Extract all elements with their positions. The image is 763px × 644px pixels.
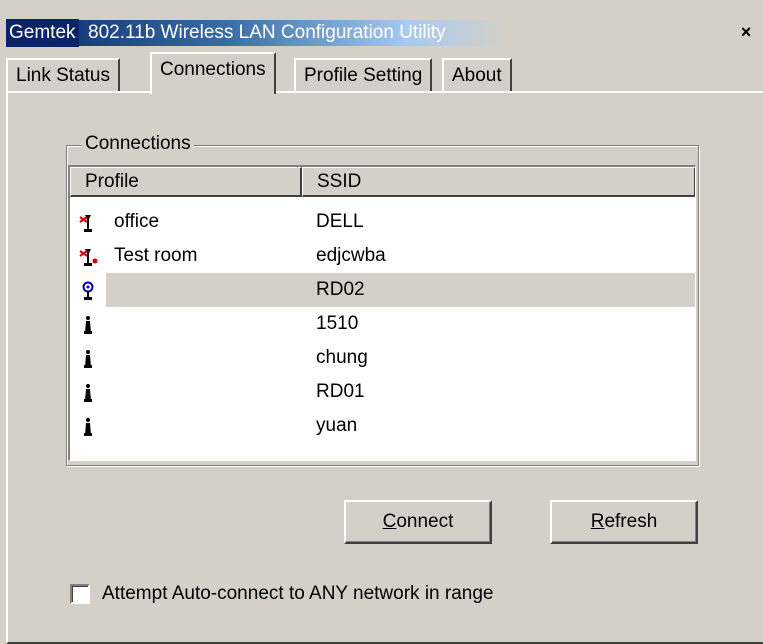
black-station-icon bbox=[84, 350, 92, 368]
row-ssid: chung bbox=[316, 347, 368, 368]
tab-connections[interactable]: Connections bbox=[150, 52, 276, 94]
row-ssid: edjcwba bbox=[316, 245, 386, 266]
list-item[interactable]: chung bbox=[70, 341, 695, 375]
red-station-connected-icon bbox=[79, 249, 98, 266]
column-header-ssid[interactable]: SSID bbox=[302, 167, 695, 197]
row-ssid: 1510 bbox=[316, 313, 359, 334]
connect-label: onnect bbox=[396, 511, 454, 532]
black-station-icon bbox=[84, 384, 92, 402]
blue-antenna-icon bbox=[82, 281, 94, 300]
list-item[interactable]: office DELL bbox=[70, 205, 695, 239]
list-item-selected[interactable]: RD02 bbox=[70, 273, 695, 307]
row-ssid: RD01 bbox=[316, 381, 365, 402]
window-title: 802.11b Wireless LAN Configuration Utili… bbox=[88, 22, 446, 43]
black-station-icon bbox=[84, 316, 92, 334]
list-item[interactable]: 1510 bbox=[70, 307, 695, 341]
brand-label: Gemtek bbox=[6, 19, 79, 47]
row-profile: Test room bbox=[114, 245, 198, 266]
red-station-icon bbox=[79, 215, 92, 232]
tab-link-status[interactable]: Link Status bbox=[6, 58, 120, 92]
tab-about[interactable]: About bbox=[442, 58, 512, 92]
refresh-label: efresh bbox=[604, 511, 658, 532]
refresh-mnemonic: R bbox=[590, 511, 605, 532]
list-header: Profile SSID bbox=[70, 167, 695, 197]
list-item[interactable]: Test room edjcwba bbox=[70, 239, 695, 273]
tab-profile-setting[interactable]: Profile Setting bbox=[294, 58, 433, 92]
list-item[interactable]: RD01 bbox=[70, 375, 695, 409]
connections-group-label: Connections bbox=[82, 133, 194, 155]
auto-connect-label[interactable]: Attempt Auto-connect to ANY network in r… bbox=[102, 582, 494, 606]
close-icon: × bbox=[740, 22, 752, 42]
row-profile: office bbox=[114, 211, 160, 232]
row-ssid: yuan bbox=[316, 415, 358, 436]
row-ssid: RD02 bbox=[316, 279, 365, 300]
list-item[interactable]: yuan bbox=[70, 409, 695, 443]
row-ssid: DELL bbox=[316, 211, 364, 232]
column-header-profile[interactable]: Profile bbox=[70, 167, 302, 197]
close-button[interactable]: × bbox=[736, 22, 756, 42]
title-bar: Gemtek 802.11b Wireless LAN Configuratio… bbox=[0, 0, 763, 47]
black-station-icon bbox=[84, 418, 92, 436]
selection-highlight bbox=[106, 273, 695, 307]
auto-connect-checkbox[interactable] bbox=[70, 584, 90, 604]
refresh-button[interactable]: Refresh bbox=[550, 500, 698, 544]
connections-list[interactable]: Profile SSID office DELL Test room edjcw… bbox=[68, 165, 696, 461]
connect-button[interactable]: Connect bbox=[344, 500, 492, 544]
connect-mnemonic: C bbox=[382, 511, 397, 532]
list-rows: office DELL Test room edjcwba RD02 1510 … bbox=[70, 205, 695, 443]
